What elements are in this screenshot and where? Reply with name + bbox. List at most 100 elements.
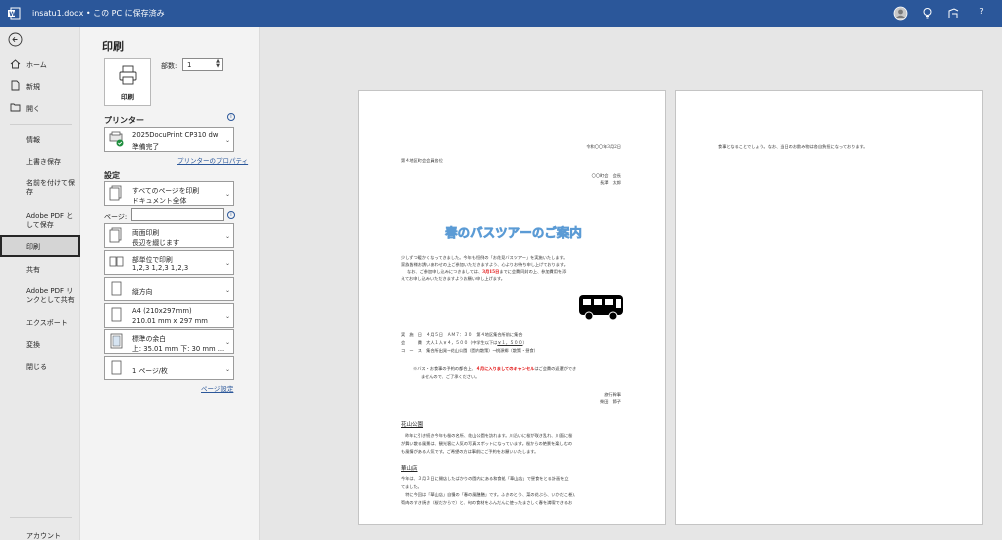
duplex-icon <box>109 227 122 243</box>
doc-sender-name: 長澤 太郎 <box>600 180 621 185</box>
nav-item-new[interactable]: 新規 <box>0 76 80 96</box>
spin-arrows-icon[interactable]: ▲ ▼ <box>216 59 220 69</box>
doc-deadline-text: 3月15日 <box>482 269 500 274</box>
pages-input[interactable] <box>131 208 224 221</box>
nav-item-label: 情報 <box>26 136 40 144</box>
pages-per-sheet-dropdown[interactable]: 1 ページ/枚 ⌄ <box>104 356 234 380</box>
doc-section-line: 昨年に引き続き今年も桜の名所、花山公園を訪れます。川沿いに桜が咲き乱れ、川面に桜 <box>401 433 573 438</box>
nav-item-share[interactable]: 共有 <box>0 259 80 279</box>
doc-text: なお、ご参加申し込みにつきましては、 <box>407 269 483 274</box>
paper-size-icon <box>111 307 122 322</box>
duplex-dropdown[interactable]: 両面印刷 長辺を綴じます ⌄ <box>104 223 234 248</box>
printer-icon <box>119 65 137 85</box>
nav-item-home[interactable]: ホーム <box>0 54 80 74</box>
duplex-desc: 長辺を綴じます <box>132 239 180 247</box>
print-range-value: すべてのページを印刷 <box>132 187 200 195</box>
account-avatar-icon[interactable] <box>893 6 908 21</box>
nav-item-transform[interactable]: 変換 <box>0 334 80 354</box>
paper-size-dropdown[interactable]: A4 (210x297mm) 210.01 mm x 297 mm ⌄ <box>104 303 234 328</box>
nav-item-label: 新規 <box>26 83 40 91</box>
preview-page-2: 食事となることでしょう。なお、当日のお飲み物は各自負担になっております。 <box>675 90 983 525</box>
printer-name: 2025DocuPrint CP310 dw <box>132 131 219 139</box>
doc-child-fee: ￥１，５００ <box>497 340 523 345</box>
home-icon <box>10 59 21 69</box>
printer-dropdown[interactable]: 2025DocuPrint CP310 dw 準備完了 ⌄ <box>104 127 234 152</box>
nav-item-label: 印刷 <box>26 243 40 251</box>
chevron-down-icon: ⌄ <box>224 313 230 320</box>
info-icon[interactable]: i <box>227 211 235 219</box>
pages-per-sheet-value: 1 ページ/枚 <box>132 367 168 375</box>
nav-item-open[interactable]: 開く <box>0 98 80 118</box>
title-bar: W insatu1.docx • この PC に保存済み ? <box>0 0 1002 27</box>
page-setup-link[interactable]: ページ設定 <box>201 383 233 393</box>
print-range-desc: ドキュメント全体 <box>132 197 187 205</box>
chevron-down-icon: ⌄ <box>224 137 230 144</box>
nav-item-label: 上書き保存 <box>26 158 61 166</box>
doc-organizer-name: 柴田 節子 <box>600 399 621 404</box>
nav-item-info[interactable]: 情報 <box>0 129 80 149</box>
duplex-value: 両面印刷 <box>132 229 160 237</box>
doc-body-line: なお、ご参加申し込みにつきましては、3月15日までに会費同封の上、参加費用を添 <box>407 269 566 274</box>
print-range-dropdown[interactable]: すべてのページを印刷 ドキュメント全体 ⌄ <box>104 181 234 206</box>
print-button[interactable]: 印刷 <box>104 58 151 106</box>
back-arrow-icon[interactable] <box>8 32 23 47</box>
nav-item-account[interactable]: アカウント <box>0 525 80 540</box>
printer-ready-icon <box>109 131 124 147</box>
margins-value: 標準の余白 <box>132 335 166 343</box>
print-button-label: 印刷 <box>121 93 134 101</box>
bus-icon <box>579 295 623 321</box>
lightbulb-icon[interactable] <box>920 6 935 21</box>
doc-body-line: えてお申し込みいただきますようお願い申し上げます。 <box>401 276 505 281</box>
nav-item-save-as-adobe-pdf[interactable]: Adobe PDF として保存 <box>0 210 80 230</box>
margins-dropdown[interactable]: 標準の余白 上: 35.01 mm 下: 30 mm ... ⌄ <box>104 329 234 354</box>
chevron-down-icon: ⌄ <box>224 287 230 294</box>
svg-text:W: W <box>9 11 16 18</box>
doc-section-heading: 花山公園 <box>401 422 424 428</box>
copies-stepper[interactable]: 1 ▲ ▼ <box>182 58 223 71</box>
nav-item-label: 共有 <box>26 266 40 274</box>
nav-item-label: アカウント <box>26 532 61 540</box>
nav-divider <box>10 517 72 518</box>
collate-desc: 1,2,3 1,2,3 1,2,3 <box>132 264 189 272</box>
doc-text: ） <box>522 340 527 345</box>
doc-text: はご会費の返還ができ <box>534 366 577 371</box>
page-title: 印刷 <box>102 40 124 53</box>
nav-item-label: 開く <box>26 105 40 113</box>
paper-size-value: A4 (210x297mm) <box>132 307 192 315</box>
new-document-icon <box>11 80 20 91</box>
nav-item-save[interactable]: 上書き保存 <box>0 151 80 171</box>
info-icon[interactable]: i <box>227 113 235 121</box>
word-app-icon[interactable]: W <box>8 7 21 20</box>
printer-properties-link[interactable]: プリンターのプロパティ <box>177 155 248 165</box>
doc-recipient: 第４地区町会会員各位 <box>401 158 443 163</box>
doc-organizer-title: 旅行幹事 <box>604 392 621 397</box>
doc-section-line: 筍肉のすき焼き（桜だからで）と、旬の食材をふんだんに使ったまさしく春を満喫できる… <box>401 500 573 505</box>
doc-note-line: ※バス・お食事の予約の都合上、４月に入りましてのキャンセルはご会費の返還ができ <box>413 366 576 371</box>
collate-dropdown[interactable]: 部単位で印刷 1,2,3 1,2,3 1,2,3 ⌄ <box>104 250 234 275</box>
pages-per-sheet-icon <box>111 360 122 375</box>
help-icon[interactable]: ? <box>974 7 989 22</box>
orientation-dropdown[interactable]: 縦方向 ⌄ <box>104 277 234 301</box>
chevron-down-icon: ⌄ <box>224 260 230 267</box>
doc-banner-title: 春のバスツアーのご案内 <box>445 225 582 241</box>
nav-item-close[interactable]: 閉じる <box>0 356 80 376</box>
nav-item-label: Adobe PDF リンクとして共有 <box>26 287 75 304</box>
coauthor-icon[interactable] <box>946 6 961 21</box>
nav-item-label: 名前を付けて保存 <box>26 179 75 196</box>
doc-detail-fee: 会 費 大人１人￥４，５００（中学生以下は￥１，５００） <box>401 340 527 345</box>
doc-detail-course: コ ー ス 集合所出発→花山公園（園内散策）→桃源郷（散策・昼食） <box>401 348 538 353</box>
chevron-down-icon: ⌄ <box>224 339 230 346</box>
nav-item-print[interactable]: 印刷 <box>0 235 80 257</box>
doc-detail-date: 実 施 日 ４月５日 ＡＭ７：３０ 第４地区集合所前に集合 <box>401 332 523 337</box>
doc-text: までに会費同封の上、参加費用を添 <box>499 269 567 274</box>
nav-item-share-adobe-pdf-link[interactable]: Adobe PDF リンクとして共有 <box>0 285 80 305</box>
portrait-icon <box>111 281 122 296</box>
doc-section-line: 特に今回は「華山店」自慢の「春の風膳膳」です。ふきのとう、菜の花ぶら、いかだこ巻… <box>401 492 576 497</box>
document-title: insatu1.docx • この PC に保存済み <box>32 9 165 18</box>
doc-section-line: てました。 <box>401 484 422 489</box>
margins-desc: 上: 35.01 mm 下: 30 mm ... <box>132 345 225 353</box>
doc-section-heading: 華山店 <box>401 466 418 472</box>
pages-label: ページ: <box>104 213 128 221</box>
nav-item-export[interactable]: エクスポート <box>0 312 80 332</box>
nav-item-save-as[interactable]: 名前を付けて保存 <box>0 177 80 197</box>
